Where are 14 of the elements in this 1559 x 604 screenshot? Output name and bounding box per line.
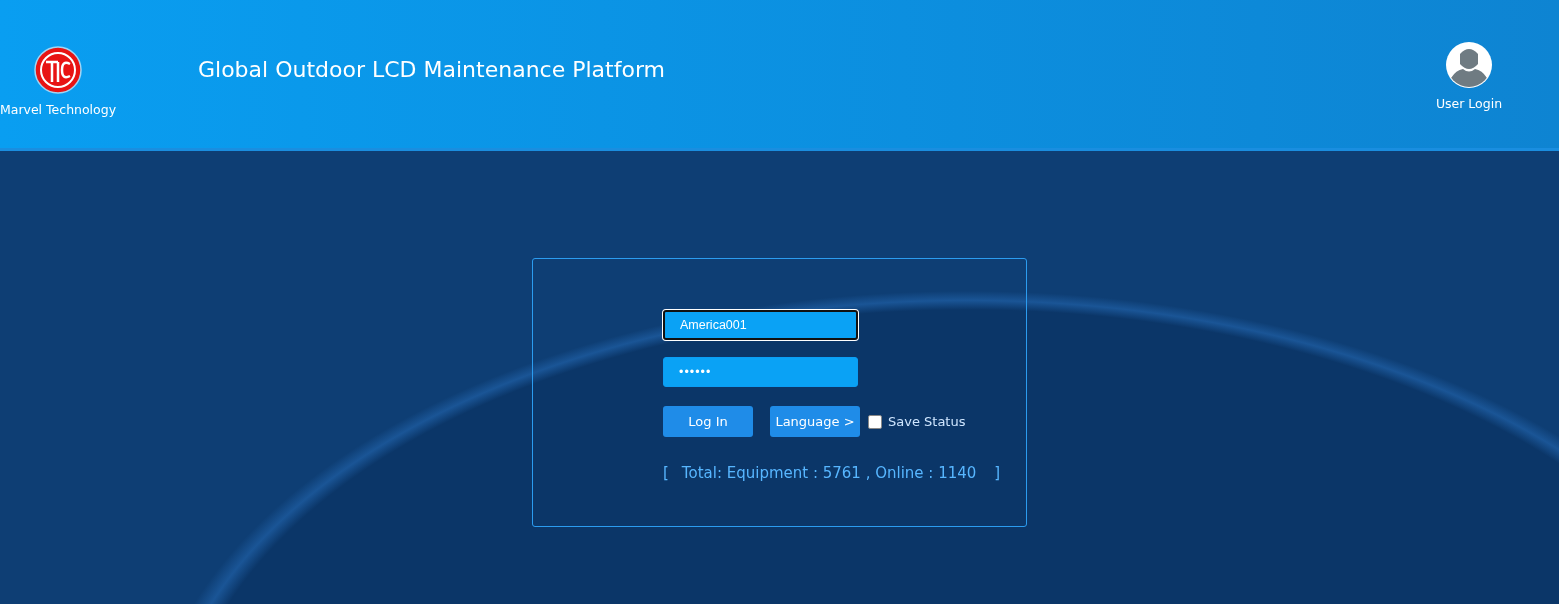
password-field[interactable]: •••••• — [663, 357, 858, 387]
language-button[interactable]: Language > — [770, 406, 860, 437]
save-status-label[interactable]: Save Status — [888, 414, 966, 429]
equipment-stats: Total: Equipment : 5761 , Online : 1140 — [681, 464, 977, 482]
save-status-checkbox[interactable] — [868, 414, 882, 429]
brand-name: Marvel Technology — [0, 101, 117, 117]
bracket: [ — [663, 464, 669, 482]
user-login-label[interactable]: User Login — [1435, 95, 1503, 111]
user-avatar-icon[interactable] — [1446, 41, 1492, 88]
platform-title: Global Outdoor LCD Maintenance Platform — [198, 56, 666, 82]
bracket: ] — [994, 464, 1001, 482]
login-button[interactable]: Log In — [663, 406, 753, 437]
username-field[interactable]: America001 — [663, 310, 858, 340]
company-logo-icon — [34, 45, 82, 94]
